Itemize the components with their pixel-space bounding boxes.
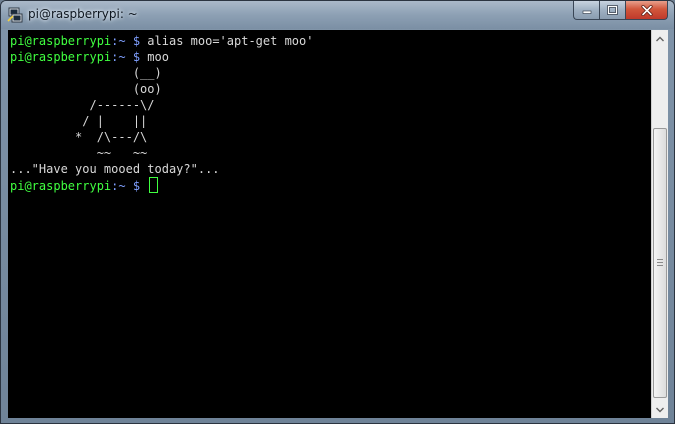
output-text: (oo) [10,82,162,96]
prompt-symbol: $ [125,50,141,64]
title-bar[interactable]: pi@raspberrypi: ~ [1,1,674,29]
caption-buttons [573,1,668,21]
terminal-area[interactable]: pi@raspberrypi:~ $ alias moo='apt-get mo… [8,30,651,418]
prompt-line: pi@raspberrypi:~ $ moo [10,49,313,65]
output-text: ..."Have you mooed today?"... [10,162,220,176]
prompt-user: pi@raspberrypi [10,34,112,48]
output-line: / | || [10,113,313,129]
terminal-lines: pi@raspberrypi:~ $ alias moo='apt-get mo… [10,33,313,194]
prompt-path: ~ [118,179,126,193]
window-title: pi@raspberrypi: ~ [28,7,138,21]
output-line: /------\/ [10,97,313,113]
output-text: (__) [10,66,162,80]
close-button[interactable] [625,1,668,20]
vertical-scrollbar[interactable] [651,30,668,418]
arrow-up-icon [656,36,664,41]
output-line: * /\---/\ [10,129,313,145]
terminal-window: pi@raspberrypi: ~ pi@raspberrypi:~ $ ali… [0,0,675,424]
prompt-path: ~ [118,50,126,64]
prompt-symbol: $ [125,34,141,48]
output-text: ~~ ~~ [10,146,148,160]
output-text: /------\/ [10,98,155,112]
output-text: * /\---/\ [10,130,148,144]
prompt-user: pi@raspberrypi [10,50,112,64]
cursor [149,177,159,193]
prompt-symbol: $ [125,179,141,193]
prompt-path: ~ [118,34,126,48]
output-line: ..."Have you mooed today?"... [10,161,313,177]
scroll-up-button[interactable] [652,30,668,47]
command-text: moo [140,50,169,64]
command-text: alias moo='apt-get moo' [140,34,314,48]
minimize-icon [582,10,591,14]
arrow-down-icon [656,407,664,412]
maximize-icon [607,5,618,15]
prompt-user: pi@raspberrypi [10,179,112,193]
prompt-line: pi@raspberrypi:~ $ [10,177,313,194]
scrollbar-thumb[interactable] [653,128,667,398]
close-icon [640,4,653,16]
putty-icon[interactable] [7,7,23,23]
output-text: / | || [10,114,148,128]
grip-icon [657,259,663,267]
prompt-line: pi@raspberrypi:~ $ alias moo='apt-get mo… [10,33,313,49]
minimize-button[interactable] [573,1,599,20]
output-line: (oo) [10,81,313,97]
output-line: (__) [10,65,313,81]
output-line: ~~ ~~ [10,145,313,161]
scroll-down-button[interactable] [652,401,668,418]
maximize-button[interactable] [599,1,625,20]
